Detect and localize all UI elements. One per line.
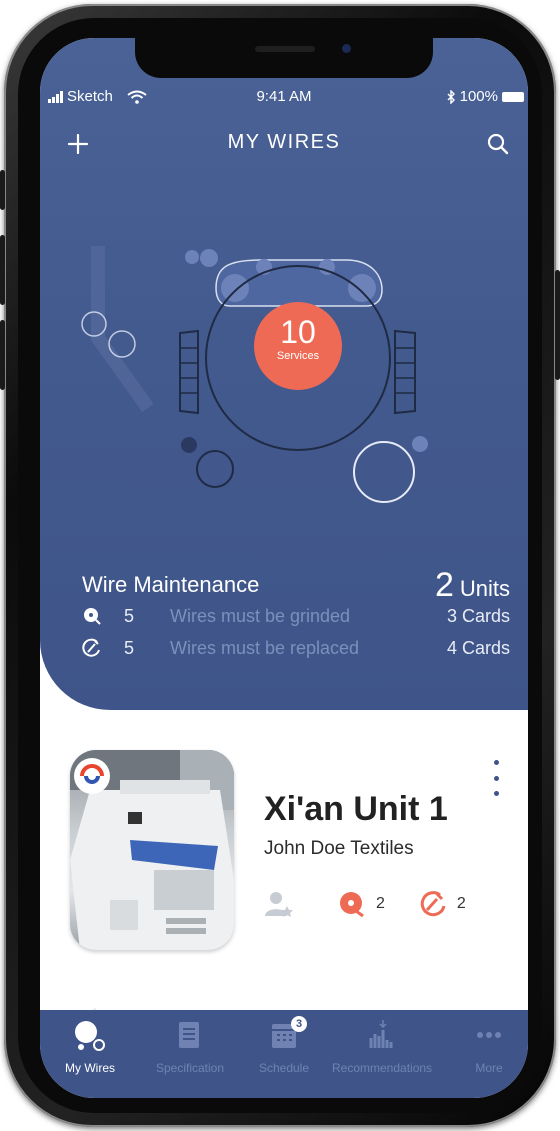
dot bbox=[493, 791, 499, 796]
more-icon bbox=[477, 1032, 501, 1038]
schedule-badge: 3 bbox=[291, 1016, 307, 1032]
search-icon bbox=[487, 133, 509, 155]
tab-label: Schedule bbox=[258, 1061, 310, 1075]
notch bbox=[135, 38, 433, 78]
services-badge[interactable]: 10 Services bbox=[254, 302, 342, 390]
maintenance-header: Wire Maintenance 2 Units bbox=[82, 566, 510, 605]
front-camera bbox=[342, 44, 351, 53]
unit-image bbox=[70, 750, 234, 950]
services-count: 10 bbox=[280, 314, 316, 350]
units-label: Units bbox=[459, 576, 510, 601]
tab-label: Specification bbox=[155, 1061, 225, 1075]
document-icon bbox=[179, 1022, 199, 1048]
wire-maintenance-panel: Wire Maintenance 2 Units 5 Wires must be… bbox=[82, 566, 510, 666]
replace-wire-icon bbox=[420, 891, 446, 917]
replace-wire-icon bbox=[82, 638, 100, 657]
page-title: MY WIRES bbox=[227, 131, 341, 153]
bar-chart-icon bbox=[369, 1020, 393, 1048]
unit-company: John Doe Textiles bbox=[264, 838, 414, 859]
tab-more[interactable]: More bbox=[450, 1018, 528, 1075]
units-count: 2 bbox=[434, 566, 454, 604]
services-label: Services bbox=[276, 350, 320, 362]
maintenance-title: Wire Maintenance bbox=[82, 572, 260, 597]
replace-count: 5 bbox=[124, 638, 135, 658]
user-star-icon bbox=[265, 892, 293, 917]
status-bar: Sketch 9:41 AM 100% bbox=[40, 88, 528, 108]
replace-description: Wires must be replaced bbox=[170, 638, 360, 658]
search-button[interactable] bbox=[482, 128, 514, 160]
replace-stat-value: 2 bbox=[456, 895, 466, 912]
grind-disc-icon bbox=[84, 608, 101, 625]
status-right: 100% bbox=[446, 88, 524, 105]
tab-my-wires[interactable]: My Wires bbox=[40, 1018, 140, 1075]
screen: Sketch 9:41 AM 100% MY WIRES 10 Services… bbox=[40, 38, 528, 1098]
tab-schedule[interactable]: 3 Schedule bbox=[234, 1016, 334, 1075]
units-summary: 2 Units bbox=[435, 566, 510, 605]
replace-stat[interactable]: 2 bbox=[419, 890, 466, 918]
tab-bar: My Wires Specification 3 Schedule Recomm… bbox=[40, 1010, 528, 1098]
tab-recommendations[interactable]: Recommendations bbox=[332, 1018, 432, 1075]
schedule-icon-wrap: 3 bbox=[267, 1016, 307, 1055]
assign-user-stat[interactable] bbox=[264, 890, 304, 918]
wires-icon bbox=[75, 1021, 105, 1051]
tab-label: My Wires bbox=[65, 1061, 115, 1075]
unit-name: Xi'an Unit 1 bbox=[264, 790, 448, 828]
maintenance-row-replace[interactable]: 5 Wires must be replaced 4 Cards bbox=[82, 634, 510, 666]
grind-stat-value: 2 bbox=[376, 895, 385, 912]
side-button bbox=[0, 170, 5, 210]
tab-label: Recommendations bbox=[332, 1061, 433, 1075]
bluetooth-icon bbox=[447, 89, 455, 104]
battery-icon bbox=[502, 91, 524, 102]
dot bbox=[493, 760, 499, 765]
grind-cards: 3 Cards bbox=[446, 606, 510, 626]
machine-photo bbox=[70, 750, 234, 950]
side-button bbox=[555, 270, 560, 380]
grind-stat[interactable]: 2 bbox=[338, 890, 385, 918]
speaker bbox=[255, 46, 315, 52]
battery-percent: 100% bbox=[459, 88, 498, 105]
maintenance-row-grind[interactable]: 5 Wires must be grinded 3 Cards bbox=[82, 602, 510, 634]
unit-card[interactable]: Xi'an Unit 1 John Doe Textiles 2 2 bbox=[40, 710, 528, 1010]
side-button bbox=[0, 320, 5, 390]
grind-disc-icon bbox=[340, 892, 364, 918]
app-header: MY WIRES bbox=[40, 128, 528, 160]
unit-stats: 2 2 bbox=[264, 890, 500, 918]
grind-description: Wires must be grinded bbox=[170, 606, 351, 626]
replace-cards: 4 Cards bbox=[446, 638, 510, 658]
more-options-button[interactable] bbox=[488, 760, 504, 796]
tab-specification[interactable]: Specification bbox=[140, 1018, 240, 1075]
dot bbox=[493, 775, 499, 781]
tab-label: More bbox=[475, 1061, 503, 1075]
grind-count: 5 bbox=[124, 606, 135, 626]
side-button bbox=[0, 235, 5, 305]
